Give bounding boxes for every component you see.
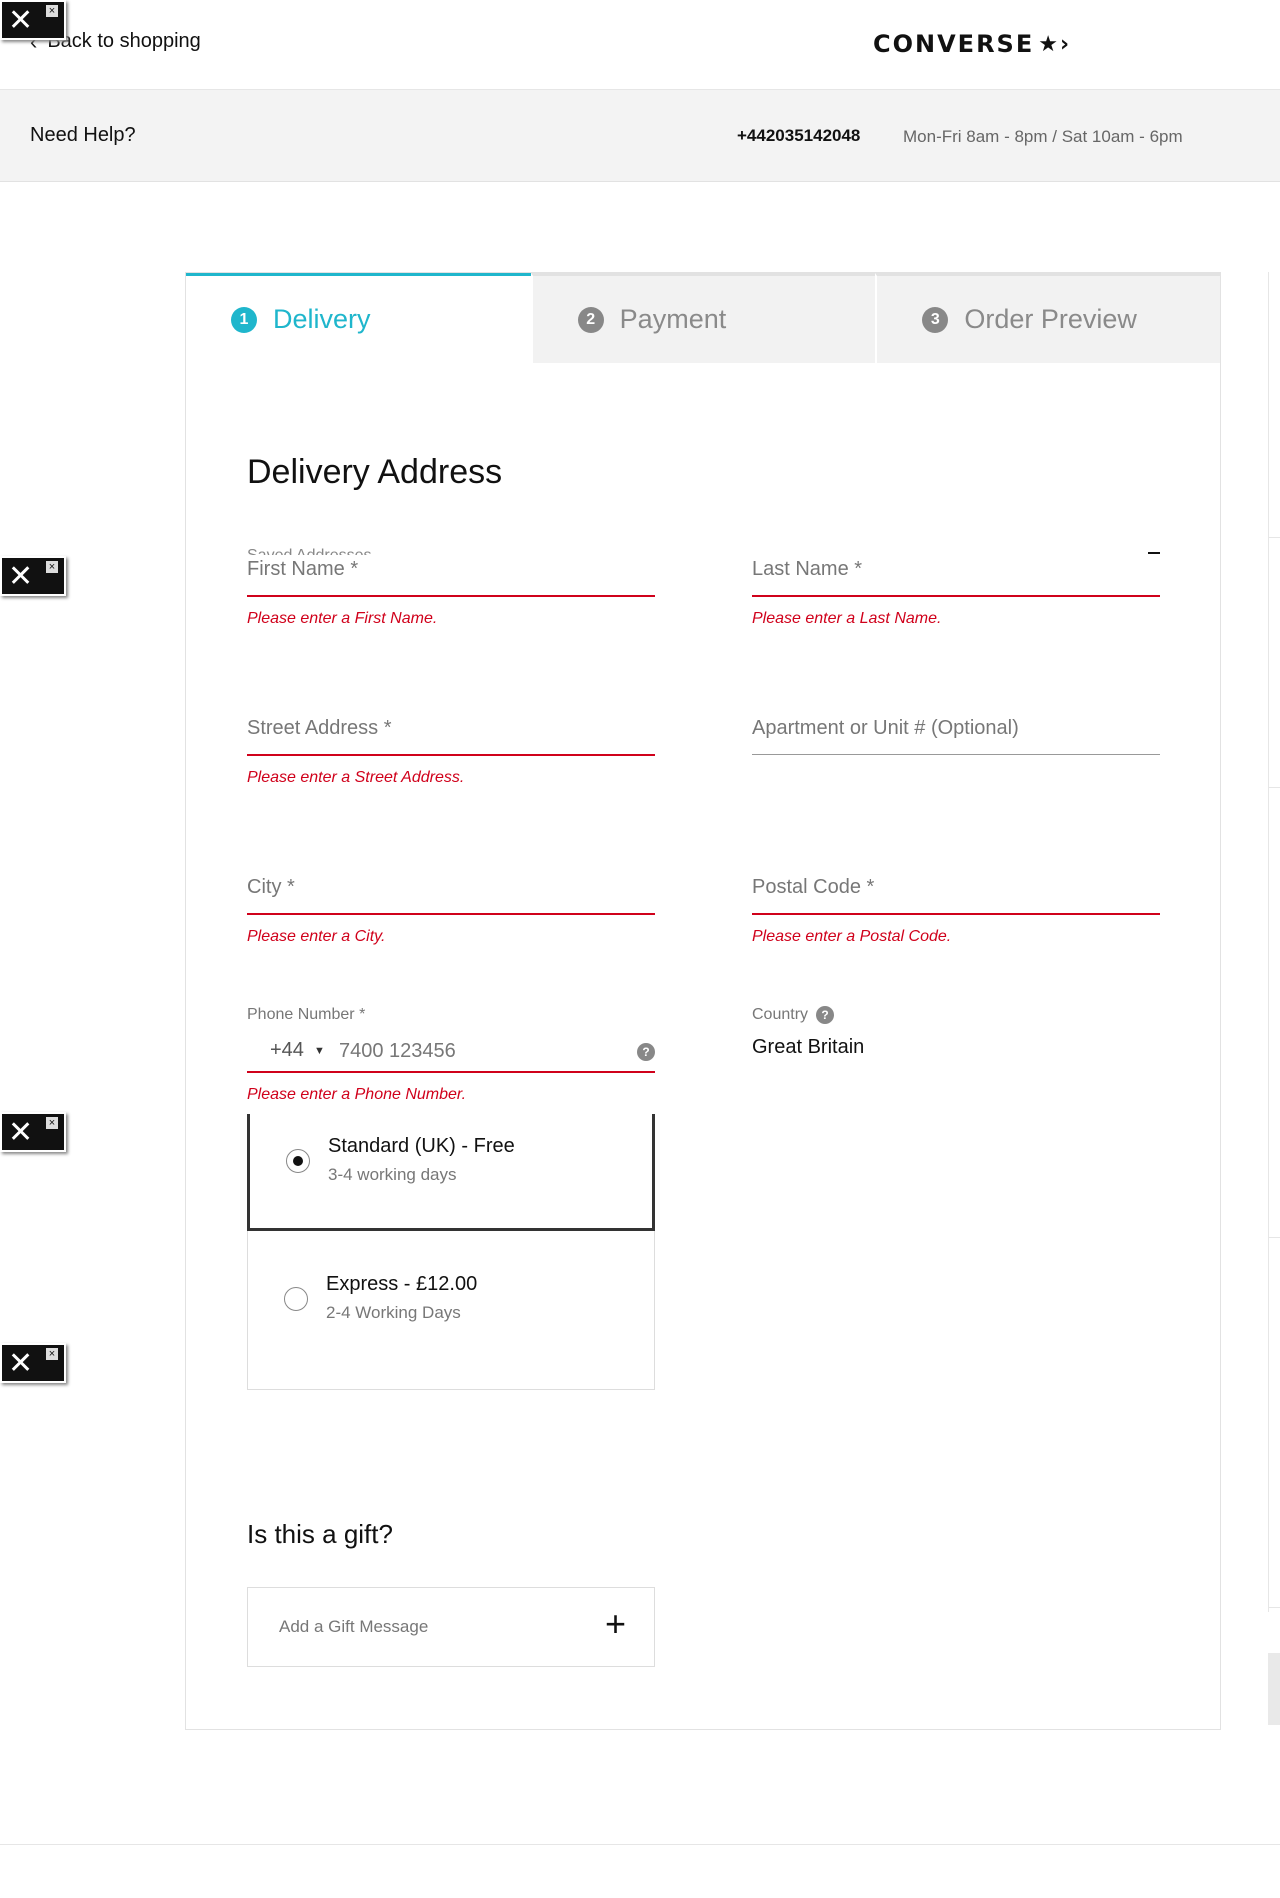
help-hours: Mon-Fri 8am - 8pm / Sat 10am - 6pm (903, 127, 1183, 146)
city-field[interactable]: City * Please enter a City. (247, 876, 655, 956)
city-error: Please enter a City. (247, 928, 386, 945)
close-icon[interactable]: × (46, 5, 58, 17)
need-help-title: Need Help? (30, 124, 136, 146)
close-icon[interactable]: × (46, 561, 58, 573)
field-underline (752, 595, 1160, 597)
caret-down-icon: ▼ (313, 1044, 325, 1057)
phone-number-error: Please enter a Phone Number. (247, 1086, 467, 1103)
country-value: Great Britain (752, 1036, 865, 1058)
order-summary-edge (1268, 272, 1280, 1612)
saved-addresses-label[interactable]: Saved Addresses (247, 547, 372, 555)
footer-divider (0, 1844, 1280, 1845)
field-underline (247, 1071, 655, 1073)
apartment-label: Apartment or Unit # (Optional) (752, 717, 1019, 739)
postal-code-error: Please enter a Postal Code. (752, 928, 952, 945)
shipping-subtitle: 3-4 working days (328, 1165, 457, 1184)
help-bar: Need Help? +442035142048 Mon-Fri 8am - 8… (0, 90, 1280, 182)
back-label: Back to shopping (47, 30, 201, 52)
radio-unselected[interactable] (284, 1287, 308, 1311)
last-name-error: Please enter a Last Name. (752, 610, 942, 627)
last-name-field[interactable]: Last Name * Please enter a Last Name. (752, 558, 1160, 638)
apartment-field[interactable]: Apartment or Unit # (Optional) (752, 717, 1160, 767)
first-name-error: Please enter a First Name. (247, 610, 438, 627)
step-label: Delivery (273, 304, 371, 334)
brand-name: CONVERSE (873, 30, 1035, 58)
brand-logo[interactable]: CONVERSE ★› (873, 30, 1071, 58)
country-label-text: Country (752, 1006, 809, 1023)
step-delivery[interactable]: 1 Delivery (186, 273, 531, 363)
close-icon[interactable]: × (46, 1117, 58, 1129)
street-address-field[interactable]: Street Address * Please enter a Street A… (247, 717, 655, 797)
step-number: 1 (231, 306, 257, 333)
gift-message-label: Add a Gift Message (279, 1617, 429, 1636)
summary-button-edge[interactable] (1268, 1653, 1280, 1725)
step-number: 2 (577, 306, 604, 333)
country-code-select[interactable]: +44 ▼ (270, 1039, 325, 1062)
country-label: Country ? (752, 1006, 835, 1024)
tools-icon: ✕ (8, 560, 34, 593)
tools-icon: ✕ (8, 1116, 34, 1149)
tool-widget[interactable]: ✕ × (0, 0, 66, 40)
phone-number-input[interactable] (339, 1037, 629, 1065)
star-chevron-icon: ★› (1038, 31, 1072, 57)
divider (1268, 1607, 1280, 1608)
first-name-field[interactable]: First Name * Please enter a First Name. (247, 558, 655, 638)
shipping-subtitle: 2-4 Working Days (326, 1303, 461, 1322)
country-code-value: +44 (270, 1039, 304, 1061)
divider (1268, 1237, 1280, 1238)
shipping-title: Express - £12.00 (326, 1273, 478, 1295)
field-underline (247, 754, 655, 756)
checkout-card: 1 Delivery 2 Payment 3 Order Preview Del… (185, 272, 1221, 1730)
divider (1268, 787, 1280, 788)
shipping-option-express[interactable]: Express - £12.00 2-4 Working Days (247, 1231, 655, 1390)
field-underline (752, 913, 1160, 915)
radio-selected[interactable] (286, 1149, 310, 1173)
step-number: 3 (922, 306, 949, 333)
tools-icon: ✕ (8, 1347, 34, 1380)
field-underline (247, 595, 655, 597)
street-address-label: Street Address * (247, 717, 392, 739)
field-underline (752, 754, 1160, 755)
delivery-address-title: Delivery Address (247, 453, 503, 491)
postal-code-field[interactable]: Postal Code * Please enter a Postal Code… (752, 876, 1160, 956)
divider (1268, 537, 1280, 538)
top-bar: ‹ Back to shopping CONVERSE ★› (0, 0, 1280, 90)
phone-number-label: Phone Number * (247, 1006, 366, 1023)
shipping-option-standard[interactable]: Standard (UK) - Free 3-4 working days (247, 1114, 655, 1231)
step-payment[interactable]: 2 Payment (530, 273, 876, 363)
plus-icon: + (604, 1603, 626, 1644)
checkout-steps: 1 Delivery 2 Payment 3 Order Preview (186, 273, 1221, 363)
step-label: Order Preview (964, 304, 1137, 334)
tool-widget[interactable]: ✕ × (0, 1343, 66, 1383)
saved-addresses-collapse-icon[interactable] (1148, 552, 1160, 554)
help-phone-link[interactable]: +442035142048 (737, 126, 860, 146)
field-underline (247, 913, 655, 915)
phone-error-wrap: Please enter a Phone Number. (247, 1071, 655, 1111)
close-icon[interactable]: × (46, 1348, 58, 1360)
tools-icon: ✕ (8, 4, 34, 37)
step-order-preview[interactable]: 3 Order Preview (875, 273, 1221, 363)
postal-code-label: Postal Code * (752, 876, 875, 898)
question-icon[interactable]: ? (816, 1006, 835, 1024)
tool-widget[interactable]: ✕ × (0, 556, 66, 596)
add-gift-message-button[interactable]: Add a Gift Message + (247, 1587, 655, 1667)
first-name-label: First Name * (247, 558, 359, 580)
tool-widget[interactable]: ✕ × (0, 1112, 66, 1152)
last-name-label: Last Name * (752, 558, 863, 580)
gift-title: Is this a gift? (247, 1519, 393, 1549)
step-label: Payment (619, 304, 727, 334)
question-icon[interactable]: ? (637, 1043, 655, 1061)
shipping-title: Standard (UK) - Free (328, 1135, 515, 1157)
street-address-error: Please enter a Street Address. (247, 769, 465, 786)
city-label: City * (247, 876, 295, 898)
